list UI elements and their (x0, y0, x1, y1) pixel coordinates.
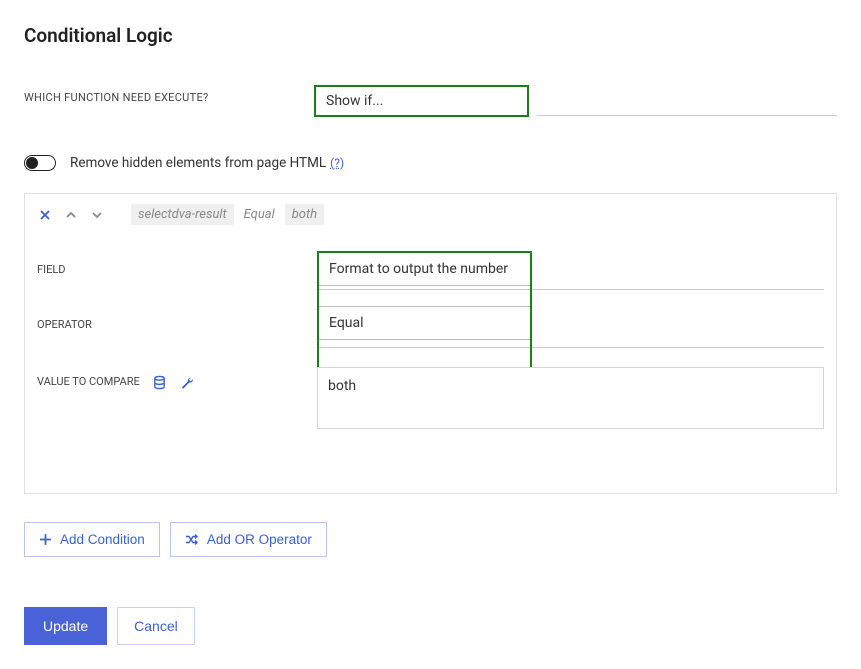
help-link[interactable]: (?) (330, 156, 344, 170)
value-input[interactable] (317, 367, 824, 429)
function-row: WHICH FUNCTION NEED EXECUTE? Show if... (24, 85, 837, 119)
function-label: WHICH FUNCTION NEED EXECUTE? (24, 91, 314, 112)
field-label: FIELD (37, 241, 317, 298)
chevron-down-icon[interactable] (89, 209, 105, 221)
remove-hidden-toggle[interactable] (24, 155, 56, 171)
page-title: Conditional Logic (24, 24, 837, 47)
toggle-label: Remove hidden elements from page HTML (70, 155, 326, 171)
database-icon[interactable] (152, 375, 167, 390)
shuffle-icon (185, 533, 199, 546)
value-label: VALUE TO COMPARE (37, 355, 317, 412)
update-button[interactable]: Update (24, 607, 107, 645)
add-or-operator-button[interactable]: Add OR Operator (170, 522, 327, 557)
operator-select[interactable]: Equal (319, 307, 530, 339)
operator-label: OPERATOR (37, 298, 317, 355)
chevron-up-icon[interactable] (63, 209, 79, 221)
cond-pill-op: Equal (244, 204, 275, 225)
cond-pill-value: both (285, 204, 324, 225)
add-condition-button[interactable]: Add Condition (24, 522, 160, 557)
condition-panel: selectdva-result Equal both FIELD OPERAT… (24, 193, 837, 494)
cond-pill-field: selectdva-result (131, 204, 234, 225)
condition-header: selectdva-result Equal both (25, 194, 836, 235)
wrench-icon[interactable] (179, 375, 194, 390)
plus-icon (39, 533, 52, 546)
field-select[interactable]: Format to output the number (319, 253, 530, 285)
close-icon[interactable] (37, 209, 53, 221)
function-select[interactable]: Show if... (314, 85, 529, 117)
cancel-button[interactable]: Cancel (117, 607, 195, 645)
